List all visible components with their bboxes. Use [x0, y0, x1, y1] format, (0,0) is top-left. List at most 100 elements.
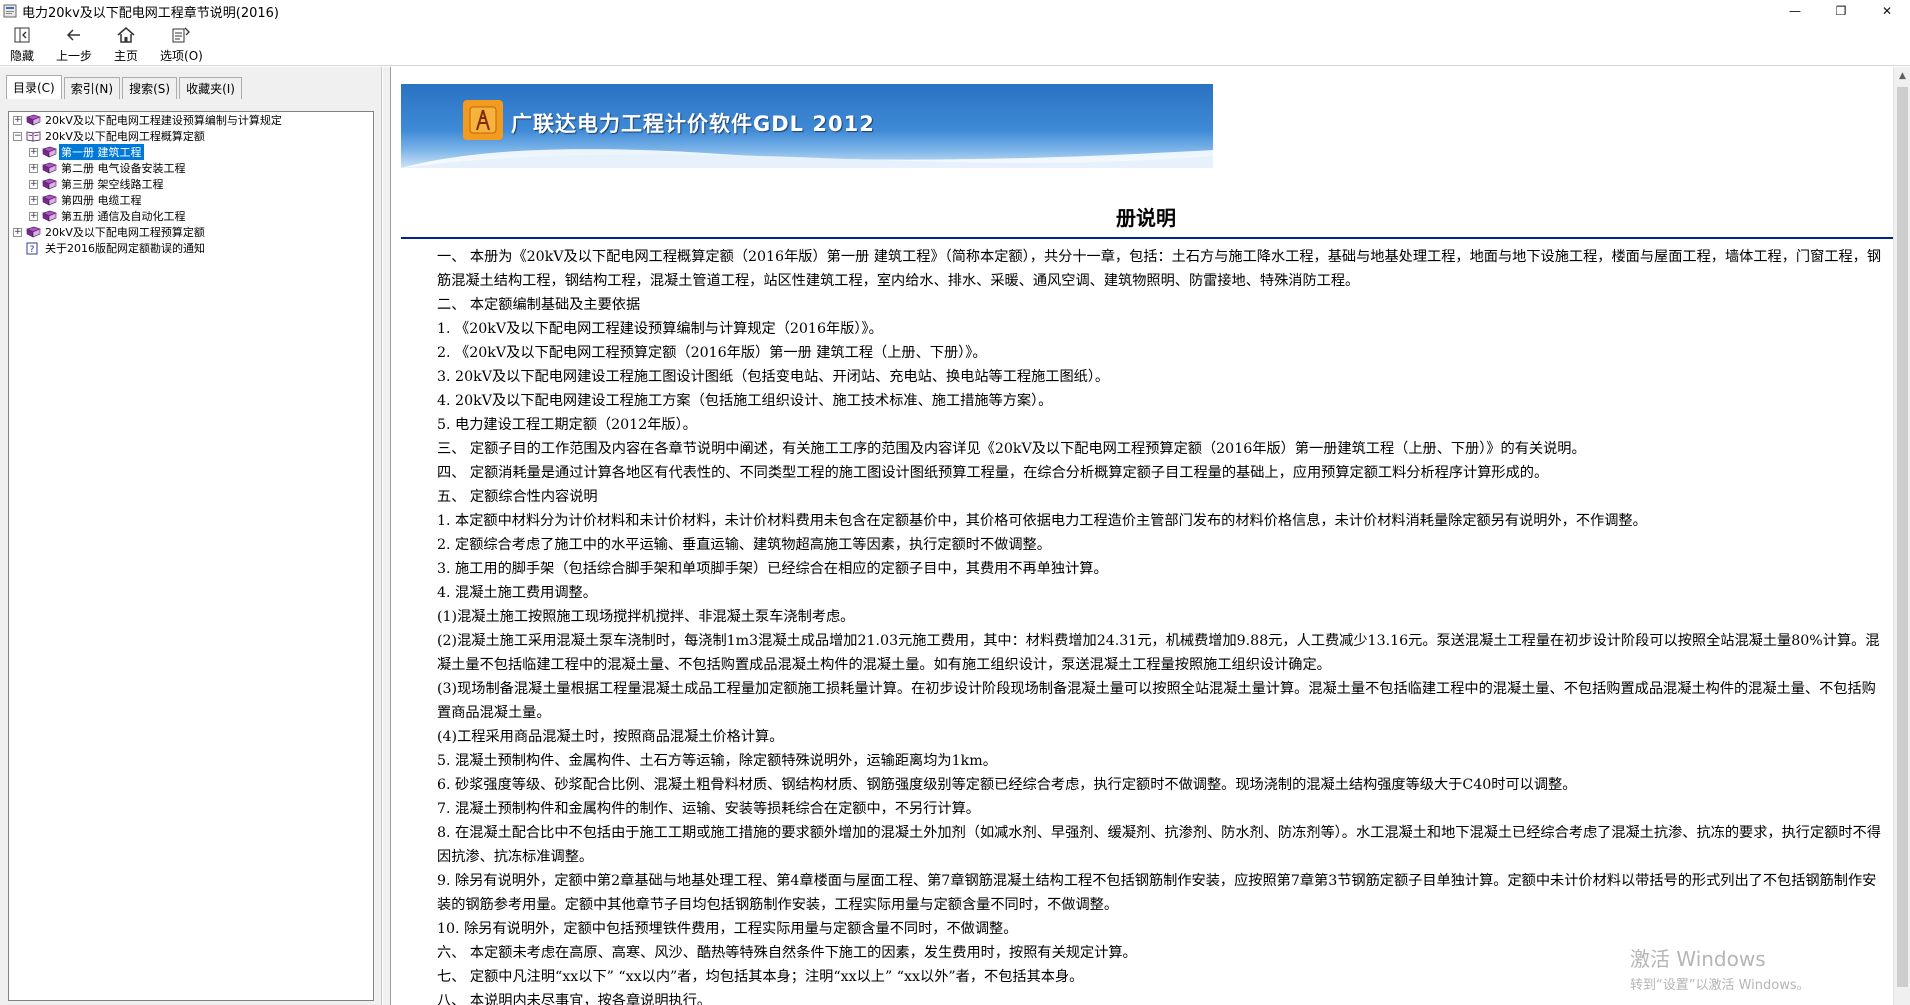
- tree-item[interactable]: +20kV及以下配电网工程建设预算编制与计算规定: [9, 112, 373, 128]
- home-button-label: 主页: [114, 49, 139, 63]
- document-paragraph: 三、 定额子目的工作范围及内容在各章节说明中阐述，有关施工工序的范围及内容详见《…: [437, 441, 1586, 457]
- tree-item-label[interactable]: 第三册 架空线路工程: [59, 176, 166, 192]
- tab-contents[interactable]: 目录(C): [6, 75, 62, 99]
- document-paragraph: 一、 本册为《20kV及以下配电网工程概算定额（2016年版）第一册 建筑工程》…: [437, 249, 1882, 289]
- book-closed-icon: [42, 210, 57, 222]
- document-paragraph: 8. 在混凝土配合比中不包括由于施工工期或施工措施的要求额外增加的混凝土外加剂（…: [437, 825, 1881, 865]
- book-closed-icon: [42, 178, 57, 190]
- document-paragraph: 四、 定额消耗量是通过计算各地区有代表性的、不同类型工程的施工图设计图纸预算工程…: [437, 465, 1549, 481]
- banner-wave: [401, 149, 1213, 168]
- document-paragraph: 4. 混凝土施工费用调整。: [437, 585, 597, 601]
- document-paragraph: 6. 砂浆强度等级、砂浆配合比例、混凝土粗骨料材质、钢结构材质、钢筋强度级别等定…: [437, 777, 1577, 793]
- options-button-label: 选项(O): [160, 49, 203, 63]
- nav-tabs: 目录(C) 索引(N) 搜索(S) 收藏夹(I): [6, 75, 244, 99]
- options-icon: [170, 25, 192, 45]
- document-paragraph: 5. 混凝土预制构件、金属构件、土石方等运输，除定额特殊说明外，运输距离均为1k…: [437, 753, 997, 769]
- document-paragraph: 3. 施工用的脚手架（包括综合脚手架和单项脚手架）已经综合在相应的定额子目中，其…: [437, 561, 1108, 577]
- document-paragraph: 二、 本定额编制基础及主要依据: [437, 297, 641, 313]
- book-closed-icon: [26, 114, 41, 126]
- expand-icon[interactable]: +: [13, 227, 22, 237]
- watermark-title: 激活 Windows: [1630, 947, 1766, 971]
- tree-item[interactable]: − 20kV及以下配电网工程概算定额: [9, 128, 373, 144]
- minimize-button[interactable]: —: [1772, 0, 1818, 22]
- home-icon: [115, 25, 137, 45]
- book-closed-icon: [42, 162, 57, 174]
- tree-item[interactable]: + 第二册 电气设备安装工程: [9, 160, 373, 176]
- tree-item[interactable]: ? 关于2016版配网定额勘误的通知: [9, 240, 373, 256]
- hide-button[interactable]: 隐藏: [10, 25, 34, 64]
- content-pane: 广联达电力工程计价软件GDL 2012 册说明 一、 本册为《20kV及以下配电…: [390, 67, 1910, 1005]
- toolbar: 隐藏 上一步 主页 选项(O): [0, 22, 1910, 66]
- tree-item[interactable]: + 第四册 电缆工程: [9, 192, 373, 208]
- tree-item-label[interactable]: 第一册 建筑工程: [59, 144, 144, 160]
- pane-splitter[interactable]: [382, 67, 390, 1005]
- document-paragraph: (4)工程采用商品混凝土时，按照商品混凝土价格计算。: [437, 729, 784, 745]
- document-paragraph: 5. 电力建设工程工期定额（2012年版）。: [437, 417, 697, 433]
- contents-tree[interactable]: +20kV及以下配电网工程建设预算编制与计算规定 − 20kV及以下配电网工程概算定…: [8, 111, 374, 1001]
- help-page-icon: ?: [26, 242, 41, 255]
- options-button[interactable]: 选项(O): [160, 25, 203, 64]
- document-paragraph: 2. 《20kV及以下配电网工程预算定额（2016年版）第一册 建筑工程（上册、…: [437, 345, 987, 361]
- activation-watermark: 激活 Windows 转到“设置”以激活 Windows。: [1630, 943, 1890, 993]
- tree-item[interactable]: + 第三册 架空线路工程: [9, 176, 373, 192]
- tree-item-label[interactable]: 第五册 通信及自动化工程: [59, 208, 188, 224]
- document-title: 册说明: [1116, 206, 1176, 230]
- tree-item-label[interactable]: 第四册 电缆工程: [59, 192, 144, 208]
- expand-icon[interactable]: +: [29, 147, 38, 157]
- close-button[interactable]: ✕: [1864, 0, 1910, 22]
- book-closed-icon: [42, 194, 57, 206]
- document-paragraph: (3)现场制备混凝土量根据工程量混凝土成品工程量加定额施工损耗量计算。在初步设计…: [437, 681, 1876, 721]
- product-banner: 广联达电力工程计价软件GDL 2012: [401, 84, 1213, 168]
- restore-button[interactable]: ❐: [1818, 0, 1864, 22]
- tree-item[interactable]: + 第一册 建筑工程: [9, 144, 373, 160]
- expand-icon[interactable]: +: [29, 195, 38, 205]
- tree-item[interactable]: + 第五册 通信及自动化工程: [9, 208, 373, 224]
- tab-search[interactable]: 搜索(S): [122, 77, 178, 99]
- document-paragraph: 1. 《20kV及以下配电网工程建设预算编制与计算规定（2016年版）》。: [437, 321, 883, 337]
- vertical-scrollbar[interactable]: ▲: [1893, 67, 1910, 1005]
- document-paragraph: 1. 本定额中材料分为计价材料和未计价材料，未计价材料费用未包含在定额基价中，其…: [437, 513, 1647, 529]
- title-bar: 电力20kv及以下配电网工程章节说明(2016) — ❐ ✕: [0, 0, 1910, 22]
- expand-icon[interactable]: +: [13, 115, 22, 125]
- document-paragraph: (2)混凝土施工采用混凝土泵车浇制时，每浇制1m3混凝土成品增加21.03元施工…: [437, 633, 1880, 673]
- document-body: 一、 本册为《20kV及以下配电网工程概算定额（2016年版）第一册 建筑工程》…: [437, 245, 1887, 1005]
- banner-title: 广联达电力工程计价软件GDL 2012: [511, 112, 875, 136]
- expand-icon[interactable]: +: [29, 163, 38, 173]
- title-divider: [401, 237, 1901, 239]
- hide-button-label: 隐藏: [10, 49, 35, 63]
- app-icon: [2, 3, 18, 19]
- tab-favorites[interactable]: 收藏夹(I): [179, 77, 242, 99]
- document-paragraph: 五、 定额综合性内容说明: [437, 489, 598, 505]
- tree-item-label[interactable]: 关于2016版配网定额勘误的通知: [43, 240, 207, 256]
- book-open-icon: [26, 130, 41, 142]
- scroll-thumb[interactable]: [1897, 87, 1908, 987]
- expand-icon[interactable]: +: [29, 211, 38, 221]
- document-paragraph: 7. 混凝土预制构件和金属构件的制作、运输、安装等损耗综合在定额中，不另行计算。: [437, 801, 980, 817]
- svg-text:?: ?: [30, 245, 35, 255]
- watermark-subtitle: 转到“设置”以激活 Windows。: [1630, 978, 1810, 993]
- document-paragraph: 2. 定额综合考虑了施工中的水平运输、垂直运输、建筑物超高施工等因素，执行定额时…: [437, 537, 1051, 553]
- document-paragraph: (1)混凝土施工按照施工现场搅拌机搅拌、非混凝土泵车浇制考虑。: [437, 609, 855, 625]
- hide-icon: [11, 25, 33, 45]
- document-paragraph: 3. 20kV及以下配电网建设工程施工图设计图纸（包括变电站、开闭站、充电站、换…: [437, 369, 1110, 385]
- document-paragraph: 4. 20kV及以下配电网建设工程施工方案（包括施工组织设计、施工技术标准、施工…: [437, 393, 1053, 409]
- tree-item-label[interactable]: 第二册 电气设备安装工程: [59, 160, 188, 176]
- document-paragraph: 9. 除另有说明外，定额中第2章基础与地基处理工程、第4章楼面与屋面工程、第7章…: [437, 873, 1877, 913]
- scroll-up-icon[interactable]: ▲: [1894, 67, 1910, 84]
- expand-icon[interactable]: +: [29, 179, 38, 189]
- book-closed-icon: [26, 226, 41, 238]
- book-closed-icon: [42, 146, 57, 158]
- tree-item-label[interactable]: 20kV及以下配电网工程概算定额: [43, 128, 207, 144]
- home-button[interactable]: 主页: [114, 25, 138, 64]
- tree-item-label[interactable]: 20kV及以下配电网工程预算定额: [43, 224, 207, 240]
- navigation-pane: 目录(C) 索引(N) 搜索(S) 收藏夹(I) +20kV及以下配电网工程建设…: [0, 67, 382, 1005]
- tab-index[interactable]: 索引(N): [63, 77, 121, 99]
- back-button-label: 上一步: [56, 49, 93, 63]
- tree-item-label[interactable]: 20kV及以下配电网工程建设预算编制与计算规定: [43, 112, 284, 128]
- back-arrow-icon: [63, 25, 85, 45]
- back-button[interactable]: 上一步: [56, 25, 92, 64]
- tree-item[interactable]: +20kV及以下配电网工程预算定额: [9, 224, 373, 240]
- collapse-icon[interactable]: −: [13, 131, 22, 141]
- document-paragraph: 10. 除另有说明外，定额中包括预埋铁件费用，工程实际用量与定额含量不同时，不做…: [437, 921, 1018, 937]
- window-title: 电力20kv及以下配电网工程章节说明(2016): [22, 5, 279, 21]
